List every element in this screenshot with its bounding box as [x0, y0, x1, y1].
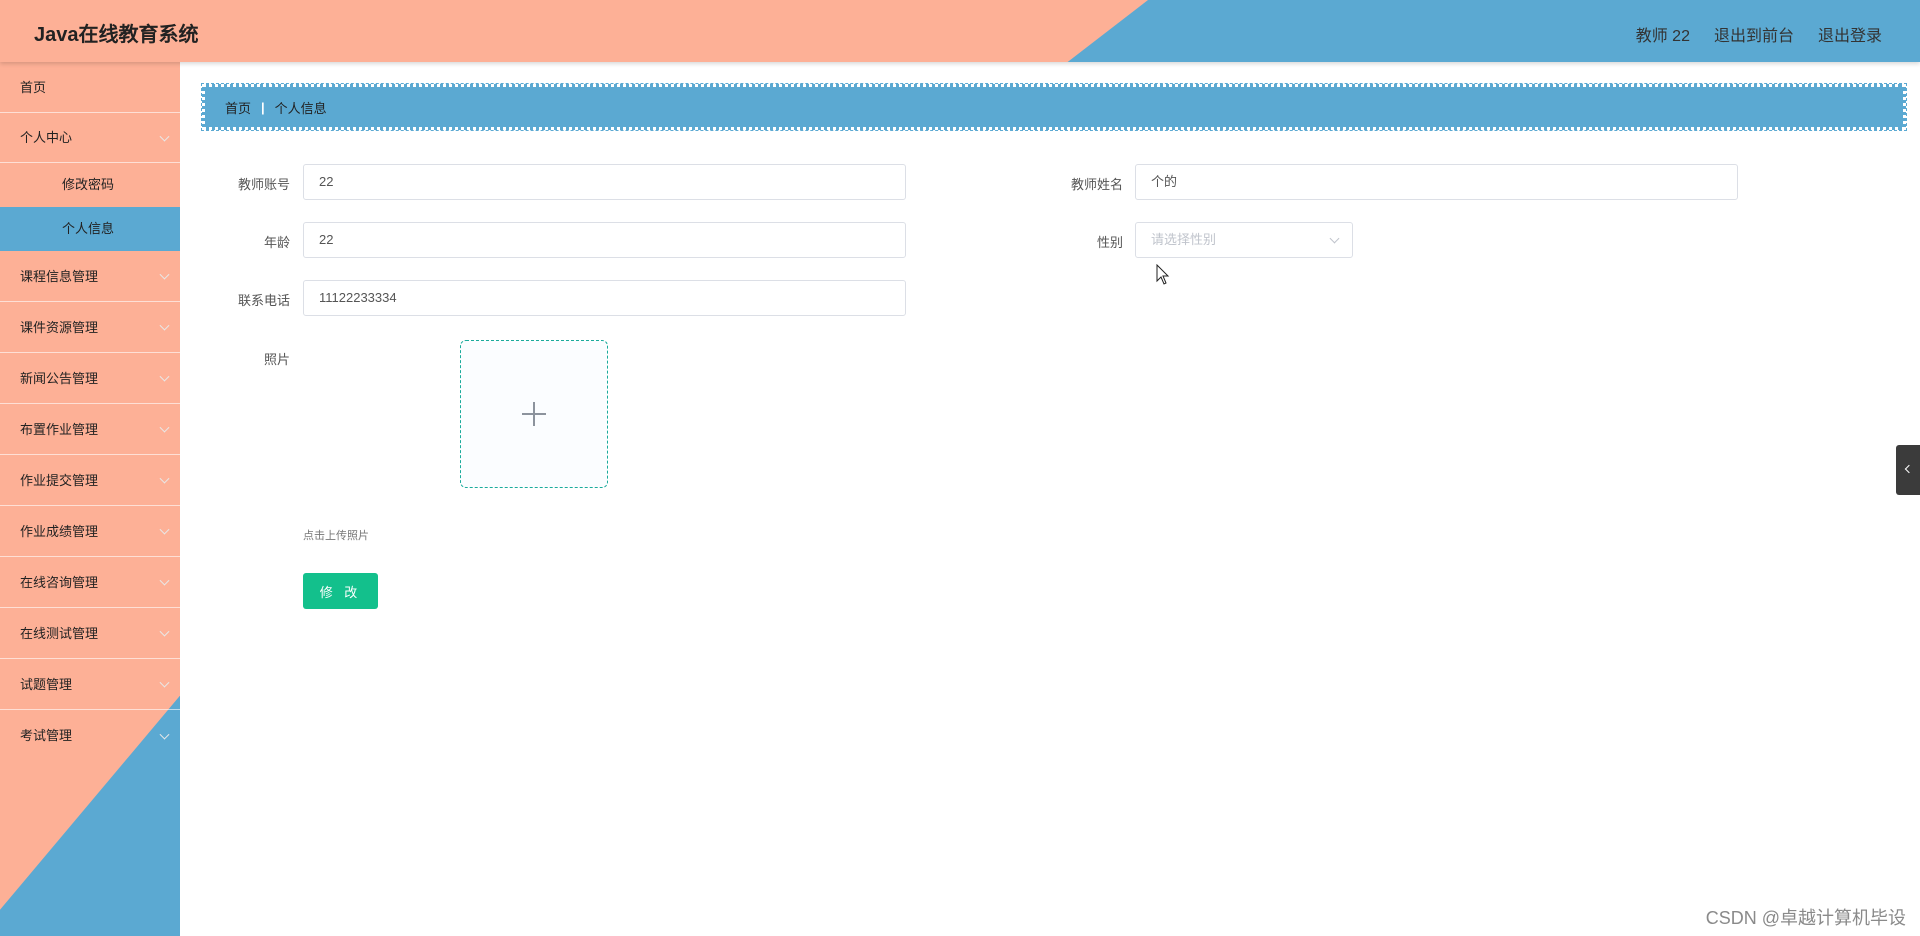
watermark: CSDN @卓越计算机毕设: [1705, 908, 1906, 928]
sidebar-item-label: 在线测试管理: [20, 626, 99, 641]
gender-label: 性别: [1096, 235, 1123, 250]
sidebar-item-news[interactable]: 新闻公告管理: [0, 353, 180, 404]
chevron-down-icon: [159, 422, 170, 433]
sidebar-item-home[interactable]: 首页: [0, 62, 180, 113]
sidebar-item-label: 在线咨询管理: [20, 575, 99, 590]
sidebar-item-label: 试题管理: [20, 677, 73, 692]
photo-upload-box[interactable]: [460, 340, 608, 488]
gender-select[interactable]: 请选择性别: [1135, 222, 1353, 258]
sidebar-item-label: 作业提交管理: [20, 473, 99, 488]
breadcrumb-home[interactable]: 首页: [225, 98, 251, 117]
phone-label: 联系电话: [237, 293, 290, 308]
sidebar-item-homework-grades[interactable]: 作业成绩管理: [0, 506, 180, 557]
chevron-down-icon: [159, 473, 170, 484]
sidebar-item-personal-center[interactable]: 个人中心: [0, 113, 180, 163]
chevron-left-icon: [1904, 464, 1914, 474]
sidebar-item-courseware[interactable]: 课件资源管理: [0, 302, 180, 353]
plus-icon: [522, 402, 546, 426]
side-collapse-handle[interactable]: [1896, 445, 1920, 495]
breadcrumb-separator: |: [261, 99, 265, 115]
sidebar-item-online-test[interactable]: 在线测试管理: [0, 608, 180, 659]
modify-button[interactable]: 修 改: [303, 573, 378, 609]
mouse-cursor-icon: [1156, 264, 1170, 285]
header-links: 教师 22 退出到前台 退出登录: [1636, 22, 1882, 46]
photo-label: 照片: [263, 352, 290, 367]
app-title: Java在线教育系统: [34, 24, 199, 46]
sidebar-item-label: 课程信息管理: [20, 269, 99, 284]
name-field[interactable]: 个的: [1135, 164, 1738, 200]
chevron-down-icon: [159, 524, 170, 535]
account-label: 教师账号: [237, 177, 290, 192]
breadcrumb-current: 个人信息: [274, 100, 327, 116]
sidebar-item-course-info[interactable]: 课程信息管理: [0, 251, 180, 302]
sidebar-item-exams[interactable]: 考试管理: [0, 710, 180, 761]
account-field[interactable]: 22: [303, 164, 906, 200]
sidebar-item-personal-info[interactable]: 个人信息: [0, 207, 180, 251]
chevron-down-icon: [159, 269, 170, 280]
chevron-down-icon: [1329, 233, 1340, 244]
gender-select-placeholder: 请选择性别: [1151, 232, 1217, 247]
sidebar-item-label: 考试管理: [20, 728, 73, 743]
chevron-down-icon: [159, 626, 170, 637]
sidebar-item-label: 个人信息: [62, 221, 115, 236]
sidebar-item-change-password[interactable]: 修改密码: [0, 163, 180, 207]
age-label: 年龄: [263, 235, 290, 250]
breadcrumb: 首页 | 个人信息: [201, 83, 1907, 131]
sidebar-item-homework-submission[interactable]: 作业提交管理: [0, 455, 180, 506]
sidebar-menu: 首页 个人中心 修改密码 个人信息 课程信息管理 课件资源管理 新闻公告管理 布…: [0, 62, 180, 761]
sidebar-item-label: 作业成绩管理: [20, 524, 99, 539]
chevron-down-icon: [159, 575, 170, 586]
sidebar-item-online-consult[interactable]: 在线咨询管理: [0, 557, 180, 608]
top-header: Java在线教育系统 教师 22 退出到前台 退出登录: [0, 0, 1920, 62]
name-label: 教师姓名: [1070, 177, 1123, 192]
sidebar: 首页 个人中心 修改密码 个人信息 课程信息管理 课件资源管理 新闻公告管理 布…: [0, 62, 180, 936]
sidebar-item-label: 课件资源管理: [20, 320, 99, 335]
phone-field[interactable]: 11122233334: [303, 280, 906, 316]
age-field[interactable]: 22: [303, 222, 906, 258]
sidebar-item-label: 个人中心: [20, 130, 73, 145]
sidebar-item-label: 布置作业管理: [20, 422, 99, 437]
upload-tip: 点击上传照片: [303, 530, 369, 542]
sidebar-item-label: 首页: [20, 80, 47, 95]
chevron-down-icon: [159, 729, 170, 740]
chevron-down-icon: [159, 320, 170, 331]
sidebar-item-label: 新闻公告管理: [20, 371, 99, 386]
sidebar-item-assign-homework[interactable]: 布置作业管理: [0, 404, 180, 455]
chevron-down-icon: [159, 371, 170, 382]
sidebar-item-label: 修改密码: [62, 177, 115, 192]
user-name-link[interactable]: 教师 22: [1636, 22, 1690, 46]
logout-link[interactable]: 退出登录: [1818, 22, 1882, 46]
exit-to-frontend-link[interactable]: 退出到前台: [1714, 22, 1794, 46]
sidebar-item-questions[interactable]: 试题管理: [0, 659, 180, 710]
chevron-down-icon: [159, 677, 170, 688]
chevron-down-icon: [159, 131, 170, 142]
